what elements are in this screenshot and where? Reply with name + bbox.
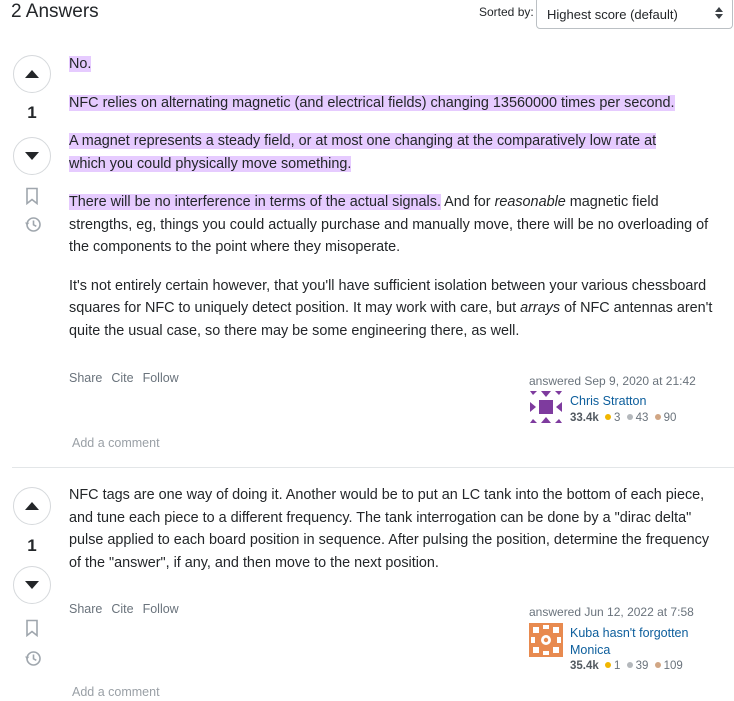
silver-badge-icon — [626, 414, 633, 420]
share-link[interactable]: Share — [69, 371, 102, 385]
answered-timestamp[interactable]: answered Jun 12, 2022 at 7:58 — [529, 605, 694, 619]
user-name-link[interactable]: Kuba hasn't forgotten Monica — [570, 625, 710, 659]
arrow-up-icon — [25, 70, 39, 78]
highlighted-text: No. — [69, 56, 92, 72]
user-reputation: 35.4k 1 39 109 — [570, 660, 683, 672]
arrow-down-icon — [25, 152, 39, 160]
vote-count: 1 — [27, 103, 37, 122]
highlighted-text: There will be no interference in terms o… — [69, 194, 441, 210]
answer-body: No. NFC relies on alternating magnetic (… — [69, 53, 719, 342]
answer-1: 1 No. NFC relies on alternating magnetic… — [0, 48, 734, 468]
paragraph: NFC relies on alternating magnetic (and … — [69, 92, 719, 115]
body-text: NFC tags are one way of doing it. Anothe… — [69, 487, 710, 571]
answer-2: 1 NFC tags are one way of doing it. Anot… — [0, 480, 734, 701]
paragraph: No. — [69, 53, 719, 76]
emphasis-text: reasonable — [494, 194, 566, 210]
downvote-button[interactable] — [13, 137, 51, 175]
sort-arrows-icon — [715, 6, 723, 20]
user-reputation: 33.4k 3 43 90 — [570, 412, 676, 424]
share-link[interactable]: Share — [69, 602, 102, 616]
silver-badge-count: 43 — [635, 412, 649, 424]
bookmark-icon[interactable] — [24, 619, 40, 637]
answer-divider — [12, 467, 734, 468]
history-icon[interactable] — [24, 215, 41, 233]
history-icon[interactable] — [24, 649, 41, 667]
highlighted-text: NFC relies on alternating magnetic (and … — [69, 94, 675, 111]
upvote-button[interactable] — [13, 487, 51, 525]
sort-select[interactable]: Highest score (default) — [536, 0, 733, 29]
cite-link[interactable]: Cite — [111, 602, 133, 616]
bookmark-icon[interactable] — [24, 187, 40, 205]
post-menu: Share Cite Follow — [69, 602, 188, 616]
sorted-by-label: Sorted by: — [479, 5, 534, 19]
avatar[interactable] — [529, 390, 563, 424]
answer-body: NFC tags are one way of doing it. Anothe… — [69, 484, 719, 574]
bronze-badge-count: 109 — [663, 660, 683, 672]
vote-count: 1 — [27, 536, 37, 555]
gold-badge-icon — [604, 662, 611, 668]
downvote-button[interactable] — [13, 566, 51, 604]
silver-badge-icon — [626, 662, 633, 668]
answered-timestamp[interactable]: answered Sep 9, 2020 at 21:42 — [529, 374, 696, 388]
bronze-badge-count: 90 — [663, 412, 677, 424]
post-menu: Share Cite Follow — [69, 371, 188, 385]
arrow-down-icon — [25, 581, 39, 589]
avatar[interactable] — [529, 623, 563, 657]
add-comment-link[interactable]: Add a comment — [72, 685, 160, 699]
highlighted-text: A magnet represents a steady field, or a… — [69, 133, 657, 172]
gold-badge-icon — [604, 414, 611, 420]
silver-badge-count: 39 — [635, 660, 649, 672]
paragraph: NFC tags are one way of doing it. Anothe… — [69, 484, 719, 574]
answers-header: 2 Answers Sorted by: Highest score (defa… — [0, 0, 734, 30]
paragraph: It's not entirely certain however, that … — [69, 275, 719, 343]
sort-selected-value: Highest score (default) — [547, 7, 678, 22]
gold-badge-count: 1 — [613, 660, 621, 672]
emphasis-text: arrays — [520, 300, 561, 316]
bronze-badge-icon — [654, 414, 661, 420]
follow-link[interactable]: Follow — [143, 371, 179, 385]
body-text: And for — [440, 194, 495, 210]
arrow-up-icon — [25, 502, 39, 510]
gold-badge-count: 3 — [613, 412, 621, 424]
user-name-link[interactable]: Chris Stratton — [570, 393, 646, 410]
reputation-score: 35.4k — [570, 660, 599, 672]
paragraph: There will be no interference in terms o… — [69, 191, 719, 259]
paragraph: A magnet represents a steady field, or a… — [69, 130, 694, 175]
upvote-button[interactable] — [13, 55, 51, 93]
follow-link[interactable]: Follow — [143, 602, 179, 616]
cite-link[interactable]: Cite — [111, 371, 133, 385]
answers-count: 2 Answers — [11, 1, 99, 22]
reputation-score: 33.4k — [570, 412, 599, 424]
add-comment-link[interactable]: Add a comment — [72, 436, 160, 450]
bronze-badge-icon — [654, 662, 661, 668]
